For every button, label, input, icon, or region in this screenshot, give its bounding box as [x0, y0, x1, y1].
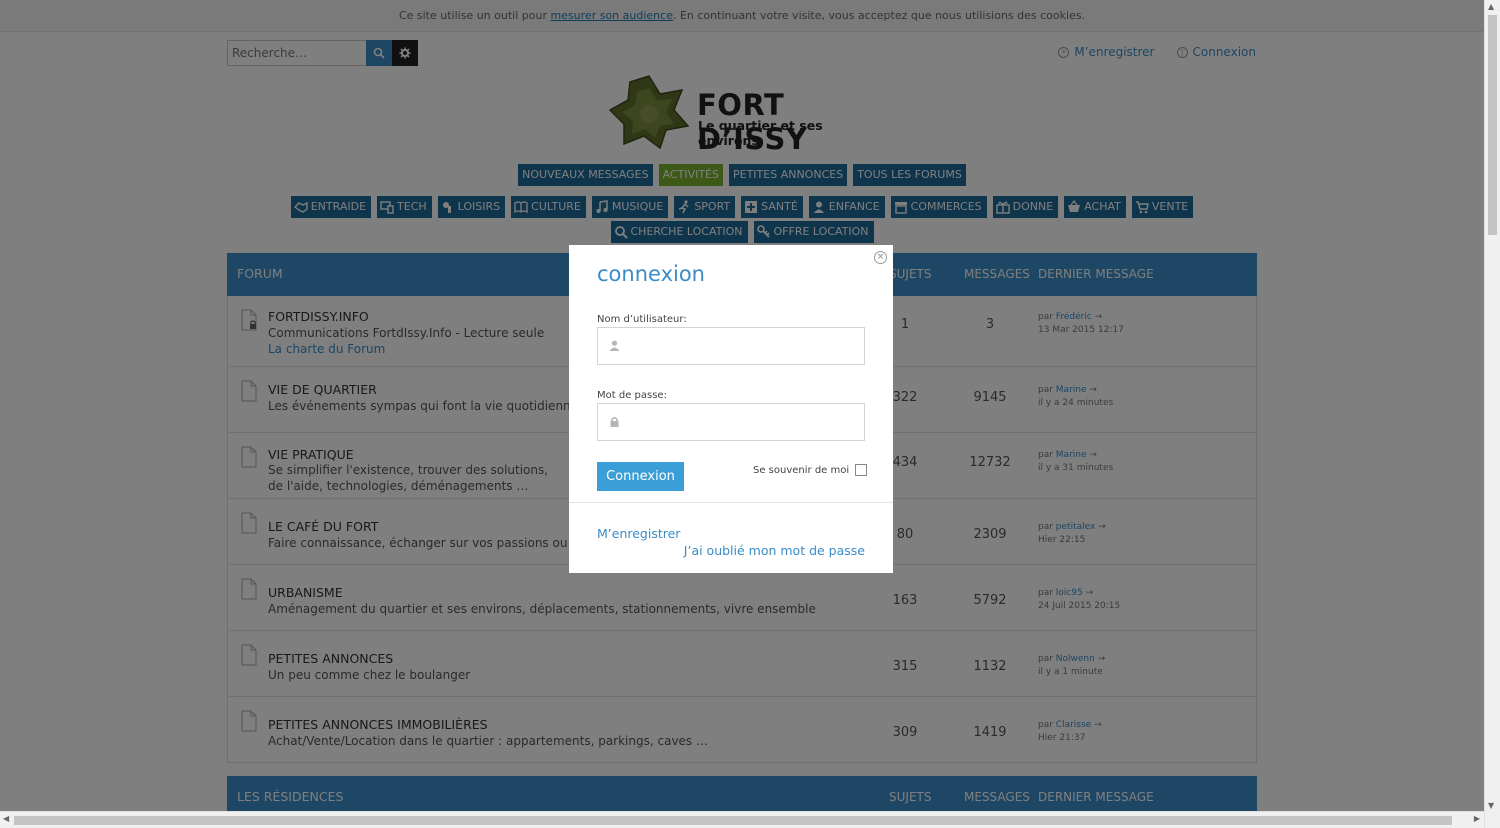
register-link[interactable]: M’enregistrer: [597, 526, 680, 541]
vertical-scroll-thumb[interactable]: [1488, 15, 1497, 235]
scroll-left-icon[interactable]: ◀: [3, 814, 9, 823]
remember-me-checkbox[interactable]: [855, 464, 868, 476]
user-icon: [609, 340, 620, 351]
vertical-scrollbar[interactable]: ▲ ▼: [1484, 0, 1500, 828]
close-icon[interactable]: ×: [874, 251, 887, 264]
scroll-down-icon[interactable]: ▼: [1488, 801, 1494, 810]
horizontal-scroll-thumb[interactable]: [14, 816, 1452, 825]
remember-me-label: Se souvenir de moi: [753, 464, 850, 476]
scroll-right-icon[interactable]: ▶: [1474, 814, 1480, 823]
login-dialog-title: connexion: [597, 262, 705, 286]
password-label: Mot de passe:: [597, 390, 667, 401]
username-field[interactable]: [597, 327, 865, 365]
password-field[interactable]: [597, 403, 865, 441]
login-dialog: connexion × Nom d’utilisateur: Mot de pa…: [569, 245, 893, 573]
remember-me: Se souvenir de moi: [753, 464, 868, 476]
lock-icon: [610, 417, 619, 427]
login-submit-button[interactable]: Connexion: [597, 462, 684, 491]
forum-page: Ce site utilise un outil pour mesurer so…: [0, 0, 1484, 811]
horizontal-scrollbar[interactable]: ◀ ▶: [0, 811, 1484, 828]
username-label: Nom d’utilisateur:: [597, 314, 687, 325]
dialog-divider: [569, 502, 893, 503]
scroll-up-icon[interactable]: ▲: [1488, 2, 1494, 11]
forgot-password-link[interactable]: J’ai oublié mon mot de passe: [684, 543, 865, 558]
